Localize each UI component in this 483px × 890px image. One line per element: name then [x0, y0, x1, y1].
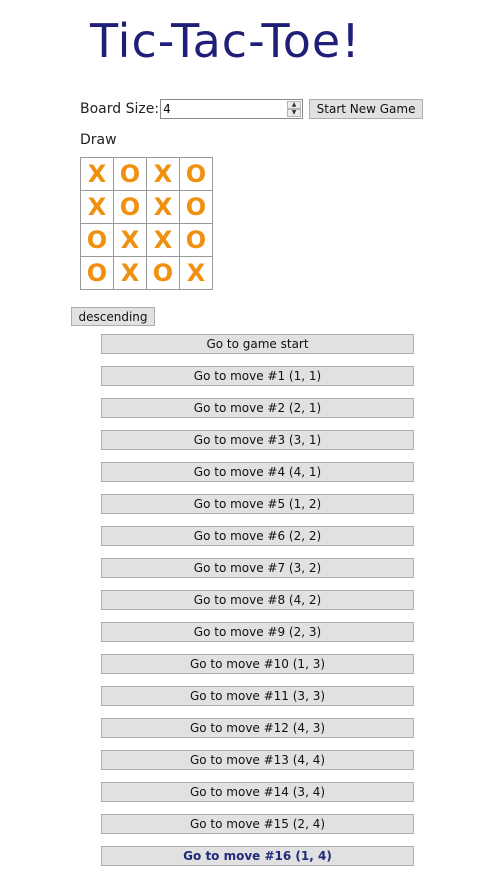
game-status: Draw [80, 132, 117, 148]
board-square[interactable]: X [180, 257, 213, 290]
go-to-move-button[interactable]: Go to move #2 (2, 1) [101, 398, 414, 418]
board-square[interactable]: X [114, 224, 147, 257]
board-square[interactable]: X [147, 158, 180, 191]
board-size-controls: Board Size: ▲ ▼ Start New Game [80, 98, 424, 120]
board-square[interactable]: O [180, 191, 213, 224]
board-square[interactable]: O [81, 257, 114, 290]
move-list-item: Go to move #5 (1, 2) [101, 493, 414, 514]
board-square[interactable]: O [180, 158, 213, 191]
move-list-item: Go to move #12 (4, 3) [101, 717, 414, 738]
board-square[interactable]: X [147, 191, 180, 224]
move-list-item: Go to move #4 (4, 1) [101, 461, 414, 482]
go-to-move-button[interactable]: Go to move #4 (4, 1) [101, 462, 414, 482]
go-to-move-button[interactable]: Go to move #14 (3, 4) [101, 782, 414, 802]
move-list-item: Go to move #13 (4, 4) [101, 749, 414, 770]
move-list-item: Go to move #2 (2, 1) [101, 397, 414, 418]
move-list-item: Go to move #11 (3, 3) [101, 685, 414, 706]
spin-up-icon[interactable]: ▲ [287, 101, 302, 109]
board-square[interactable]: O [114, 158, 147, 191]
move-list-item: Go to move #6 (2, 2) [101, 525, 414, 546]
board-square[interactable]: X [81, 158, 114, 191]
board-size-spinner[interactable]: ▲ ▼ [287, 101, 302, 117]
move-list-item: Go to move #14 (3, 4) [101, 781, 414, 802]
board-size-label: Board Size: [80, 101, 160, 117]
move-list-item: Go to move #9 (2, 3) [101, 621, 414, 642]
go-to-move-button[interactable]: Go to move #3 (3, 1) [101, 430, 414, 450]
go-to-move-button[interactable]: Go to move #5 (1, 2) [101, 494, 414, 514]
go-to-move-button[interactable]: Go to move #7 (3, 2) [101, 558, 414, 578]
go-to-move-button[interactable]: Go to move #6 (2, 2) [101, 526, 414, 546]
go-to-move-button[interactable]: Go to move #10 (1, 3) [101, 654, 414, 674]
go-to-start-button[interactable]: Go to game start [101, 334, 414, 354]
page-title: Tic-Tac-Toe! [90, 14, 361, 68]
board-size-input[interactable] [161, 100, 291, 118]
move-list-item: Go to move #16 (1, 4) [101, 845, 414, 866]
move-list-item: Go to move #15 (2, 4) [101, 813, 414, 834]
go-to-move-button[interactable]: Go to move #11 (3, 3) [101, 686, 414, 706]
go-to-move-button[interactable]: Go to move #15 (2, 4) [101, 814, 414, 834]
move-history-list: Go to game start Go to move #1 (1, 1) Go t… [101, 333, 414, 877]
start-new-game-button[interactable]: Start New Game [309, 99, 424, 119]
go-to-move-button[interactable]: Go to move #12 (4, 3) [101, 718, 414, 738]
move-list-item: Go to move #8 (4, 2) [101, 589, 414, 610]
move-list-item: Go to move #10 (1, 3) [101, 653, 414, 674]
go-to-move-button[interactable]: Go to move #13 (4, 4) [101, 750, 414, 770]
board-square[interactable]: O [81, 224, 114, 257]
move-list-item: Go to move #7 (3, 2) [101, 557, 414, 578]
board-square[interactable]: O [147, 257, 180, 290]
board-square[interactable]: X [147, 224, 180, 257]
board-size-field[interactable]: ▲ ▼ [160, 99, 304, 119]
move-list-item: Go to move #1 (1, 1) [101, 365, 414, 386]
go-to-move-button[interactable]: Go to move #16 (1, 4) [101, 846, 414, 866]
move-list-item: Go to move #3 (3, 1) [101, 429, 414, 450]
board-square[interactable]: X [114, 257, 147, 290]
game-board: XOXOXOXOOXXOOXOX [80, 157, 213, 290]
move-list-item: Go to game start [101, 333, 414, 354]
board-square[interactable]: X [81, 191, 114, 224]
board-square[interactable]: O [114, 191, 147, 224]
board-square[interactable]: O [180, 224, 213, 257]
go-to-move-button[interactable]: Go to move #9 (2, 3) [101, 622, 414, 642]
go-to-move-button[interactable]: Go to move #8 (4, 2) [101, 590, 414, 610]
go-to-move-button[interactable]: Go to move #1 (1, 1) [101, 366, 414, 386]
spin-down-icon[interactable]: ▼ [287, 109, 302, 117]
sort-order-button[interactable]: descending [71, 307, 155, 326]
